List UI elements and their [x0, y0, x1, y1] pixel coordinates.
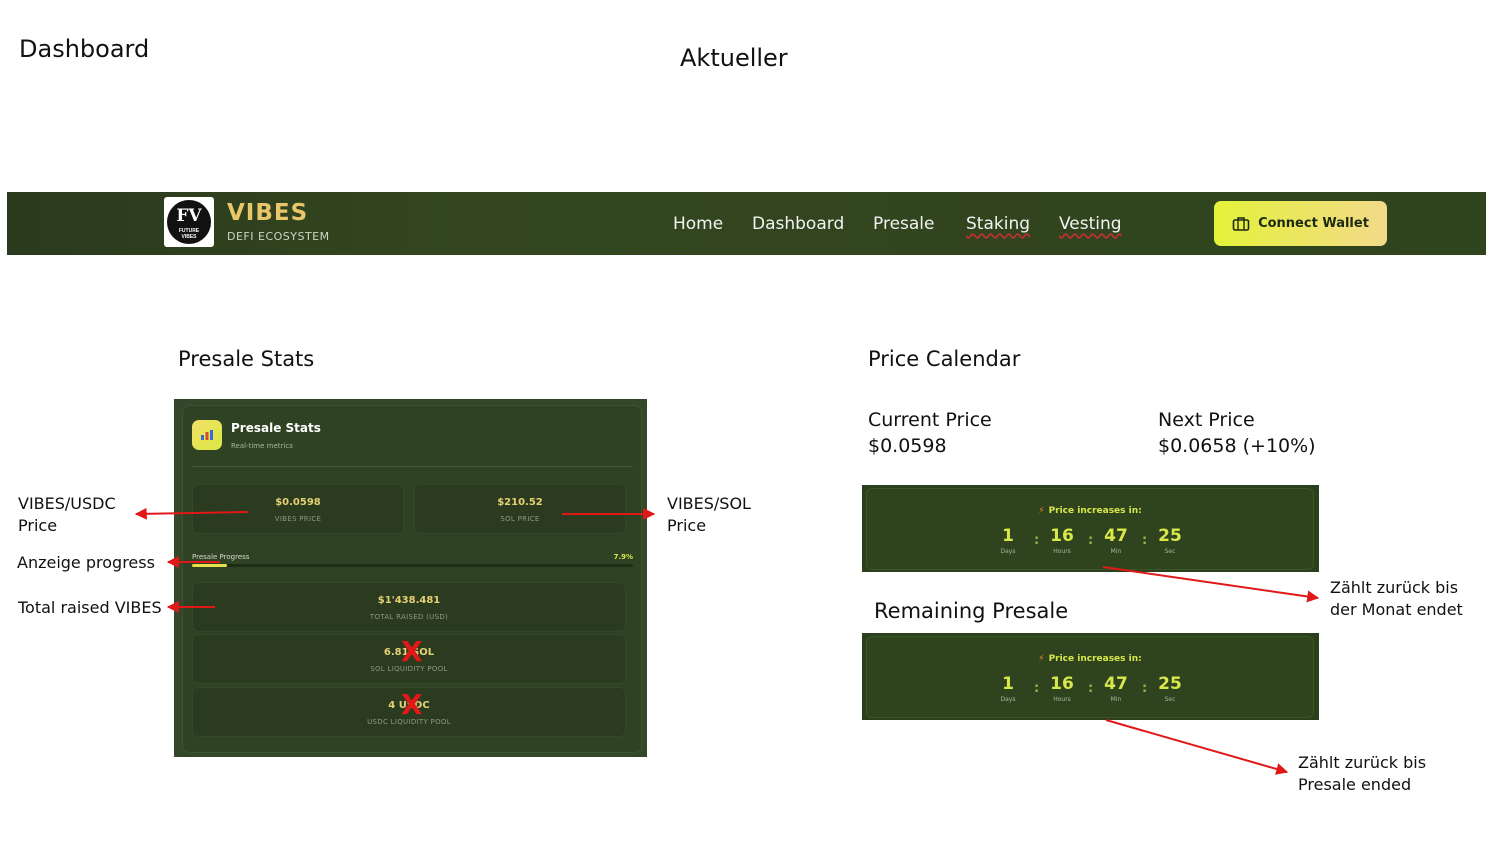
countdown-min-label: Min [1110, 696, 1122, 703]
presale-countdown-card: ⚡ Price increases in: 1 Days : 16 Hours :… [866, 636, 1314, 718]
wallet-icon [1232, 216, 1250, 231]
annotation-vibes-usdc-2: Price [18, 516, 58, 535]
presale-stats-panel: Presale Stats Real-time metrics $0.0598 … [174, 399, 647, 757]
lightning-icon: ⚡ [1038, 654, 1045, 664]
price-countdown: ⚡ Price increases in: 1 Days : 16 Hours :… [862, 485, 1319, 572]
annotation-vibes-usdc: VIBES/USDC Price [18, 493, 116, 537]
countdown-hours: 16 [1050, 674, 1074, 694]
brand-tagline: DEFI ECOSYSTEM [227, 230, 330, 243]
countdown-colon: : [1088, 533, 1094, 548]
lightning-icon: ⚡ [1038, 506, 1045, 516]
countdown-sec: 25 [1158, 674, 1182, 694]
annotation-countdown-month-2: der Monat endet [1330, 600, 1463, 619]
remaining-presale-heading: Remaining Presale [874, 599, 1069, 623]
next-price-label: Next Price [1158, 409, 1255, 431]
annotation-countdown-month-1: Zählt zurück bis [1330, 578, 1459, 597]
annotation-vibes-sol: VIBES/SOL Price [667, 493, 751, 537]
logo-sub-2: VIBES [181, 234, 197, 240]
current-price: Current Price $0.0598 [868, 407, 992, 459]
countdown-days: 1 [1002, 526, 1014, 546]
sol-price-value: $210.52 [497, 497, 543, 508]
annotation-vibes-sol-2: Price [667, 516, 707, 535]
annotation-progress: Anzeige progress [17, 553, 155, 572]
nav-staking[interactable]: Staking [966, 214, 1030, 234]
annotation-countdown-presale-2: Presale ended [1298, 775, 1412, 794]
divider [192, 466, 633, 467]
connect-wallet-button[interactable]: Connect Wallet [1214, 201, 1387, 246]
total-raised-label: TOTAL RAISED (USD) [369, 613, 449, 621]
navbar: FV FUTURE VIBES VIBES DEFI ECOSYSTEM Hom… [7, 192, 1486, 255]
annotation-countdown-month: Zählt zurück bis der Monat endet [1330, 577, 1463, 621]
vibes-price-label: VIBES PRICE [274, 515, 322, 523]
next-price-value: $0.0658 (+10%) [1158, 435, 1316, 457]
progress-bar [192, 564, 633, 567]
countdown-days-label: Days [1000, 696, 1016, 703]
countdown-colon: : [1142, 681, 1148, 696]
cross-mark-usdc: X [401, 688, 423, 721]
countdown-sec: 25 [1158, 526, 1182, 546]
annotation-countdown-presale-1: Zählt zurück bis [1298, 753, 1427, 772]
nav-presale[interactable]: Presale [873, 214, 934, 234]
panel-subtitle: Real-time metrics [231, 442, 293, 450]
annotation-vibes-usdc-1: VIBES/USDC [18, 494, 116, 513]
countdown-sec-label: Sec [1164, 696, 1176, 703]
nav-home[interactable]: Home [673, 214, 723, 234]
countdown-hours-label: Hours [1053, 548, 1071, 555]
next-price: Next Price $0.0658 (+10%) [1158, 407, 1316, 459]
countdown-min-label: Min [1110, 548, 1122, 555]
countdown-heading-text: Price increases in: [1048, 506, 1142, 516]
price-calendar-heading: Price Calendar [868, 347, 1021, 371]
panel-title: Presale Stats [231, 421, 321, 435]
countdown-colon: : [1034, 533, 1040, 548]
annotation-vibes-sol-1: VIBES/SOL [667, 494, 751, 513]
logo-mark: FV FUTURE VIBES [167, 200, 211, 244]
logo-letters: FV [176, 206, 202, 226]
brand-name: VIBES [227, 200, 309, 226]
countdown-days-label: Days [1000, 548, 1016, 555]
countdown-sec-label: Sec [1164, 548, 1176, 555]
annotation-total-raised: Total raised VIBES [18, 598, 162, 617]
current-price-value: $0.0598 [868, 435, 947, 457]
vibes-price-value: $0.0598 [275, 497, 321, 508]
presale-countdown: ⚡ Price increases in: 1 Days : 16 Hours :… [862, 633, 1319, 720]
countdown-min: 47 [1104, 674, 1128, 694]
countdown-heading-text: Price increases in: [1048, 654, 1142, 664]
logo[interactable]: FV FUTURE VIBES [164, 197, 214, 247]
nav-dashboard[interactable]: Dashboard [752, 214, 844, 234]
price-countdown-card: ⚡ Price increases in: 1 Days : 16 Hours :… [866, 488, 1314, 570]
countdown-heading: ⚡ Price increases in: [867, 506, 1313, 516]
countdown-min: 47 [1104, 526, 1128, 546]
current-price-label: Current Price [868, 409, 992, 431]
countdown-hours: 16 [1050, 526, 1074, 546]
progress-fill [192, 564, 227, 567]
sol-price-label: SOL PRICE [500, 515, 540, 523]
connect-wallet-label: Connect Wallet [1258, 216, 1369, 231]
presale-stats-card: Presale Stats Real-time metrics $0.0598 … [182, 405, 642, 753]
total-raised-card: $1'438.481 TOTAL RAISED (USD) [192, 582, 626, 632]
progress-percent: 7.9% [613, 553, 633, 561]
annotation-countdown-presale: Zählt zurück bis Presale ended [1298, 752, 1426, 796]
countdown-colon: : [1088, 681, 1094, 696]
countdown-days: 1 [1002, 674, 1014, 694]
sol-price-card: $210.52 SOL PRICE [414, 484, 626, 534]
countdown-colon: : [1142, 533, 1148, 548]
countdown-hours-label: Hours [1053, 696, 1071, 703]
countdown-heading: ⚡ Price increases in: [867, 654, 1313, 664]
doc-title: Dashboard [19, 35, 150, 63]
nav-vesting[interactable]: Vesting [1059, 214, 1122, 234]
total-raised-value: $1'438.481 [377, 595, 441, 606]
countdown-colon: : [1034, 681, 1040, 696]
bar-chart-icon [192, 420, 222, 450]
doc-subtitle: Aktueller [680, 44, 788, 72]
arrow-countdown-presale [1105, 719, 1289, 775]
presale-stats-heading: Presale Stats [178, 347, 315, 371]
vibes-price-card: $0.0598 VIBES PRICE [192, 484, 404, 534]
progress-label: Presale Progress [192, 553, 250, 561]
cross-mark-sol: X [401, 635, 423, 668]
